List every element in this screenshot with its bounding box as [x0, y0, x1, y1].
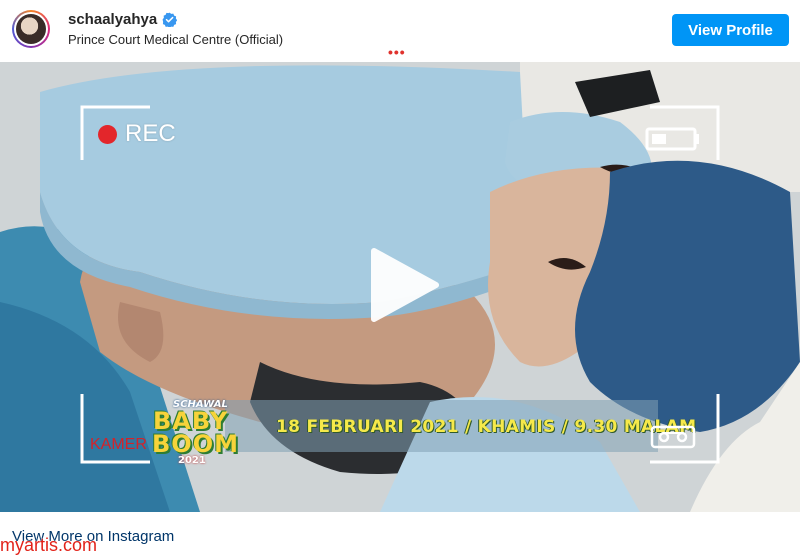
logo-year-text: 2021 [178, 455, 206, 466]
location-link[interactable]: Prince Court Medical Centre (Official) [68, 32, 283, 47]
kamera-label: KAMER [90, 436, 147, 453]
view-profile-button[interactable]: View Profile [672, 14, 789, 46]
avatar-photo [16, 14, 46, 44]
username[interactable]: schaalyahya [68, 11, 157, 28]
avatar[interactable] [12, 10, 50, 48]
logo-boom-text: BOOM [152, 430, 239, 458]
video-thumbnail[interactable]: REC 18 FEBRUARI 2021 / KHAMIS / 9.30 MAL… [0, 62, 800, 512]
rec-label: REC [125, 120, 176, 147]
post-header: schaalyahya Prince Court Medical Centre … [0, 0, 800, 60]
cassette-icon [650, 425, 696, 449]
rec-indicator-icon [98, 125, 117, 144]
broadcast-schedule: 18 FEBRUARI 2021 / KHAMIS / 9.30 MALAM [276, 417, 697, 437]
more-options-icon[interactable]: ••• [388, 44, 406, 60]
watermark: myartis.com [0, 535, 98, 555]
play-icon[interactable] [366, 247, 442, 323]
battery-icon [645, 127, 699, 151]
verified-badge-icon [162, 12, 177, 27]
